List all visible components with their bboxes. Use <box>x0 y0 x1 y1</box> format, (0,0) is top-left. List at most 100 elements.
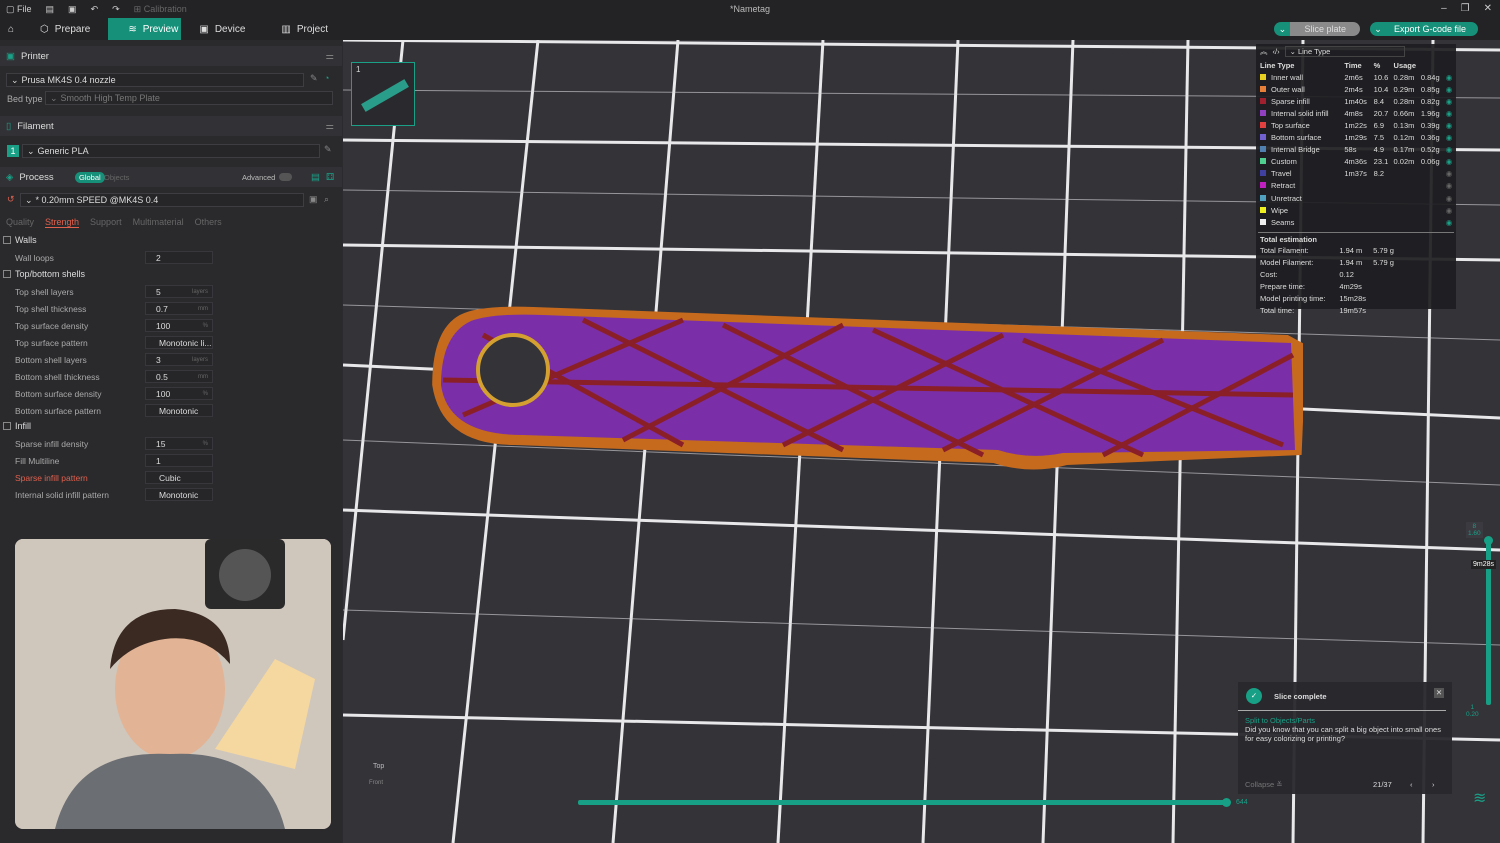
view-type-select[interactable]: ⌄ Line Type <box>1284 46 1405 57</box>
setting-input[interactable]: 5 layers <box>145 285 213 298</box>
settings-sliders-icon[interactable]: ⚌ <box>325 51 334 62</box>
eye-icon[interactable]: ◉ <box>1445 83 1455 95</box>
process-preset-select[interactable]: ⌄ * 0.20mm SPEED @MK4S 0.4 <box>20 193 304 207</box>
undo-icon[interactable]: ↶ <box>91 4 99 15</box>
subtab-support[interactable]: Support <box>90 217 122 228</box>
filament-select[interactable]: ⌄ Generic PLA <box>22 144 320 158</box>
legend-row[interactable]: Custom 4m36s 23.1 0.02m 0.06g ◉ <box>1259 156 1455 168</box>
color-swatch <box>1260 158 1266 165</box>
home-icon[interactable]: ⌂ <box>0 18 22 40</box>
eye-off-icon[interactable]: ◉ <box>1445 180 1455 192</box>
setting-row: Bottom surface density 100% <box>15 385 215 402</box>
global-toggle[interactable]: Global <box>75 171 105 183</box>
subtab-multimaterial[interactable]: Multimaterial <box>133 217 184 228</box>
plate-model-thumb <box>361 79 409 112</box>
setting-input[interactable]: 1 <box>145 454 213 467</box>
color-swatch <box>1260 182 1266 189</box>
eye-icon[interactable]: ◉ <box>1445 216 1455 228</box>
eye-off-icon[interactable]: ◉ <box>1445 204 1455 216</box>
objects-toggle[interactable]: Objects <box>104 173 129 182</box>
view-cube[interactable]: Top Front <box>361 755 401 795</box>
menu-icon[interactable]: ▤ <box>46 4 55 15</box>
close-icon[interactable]: ✕ <box>1484 3 1492 14</box>
toast-link[interactable]: Split to Objects/Parts <box>1238 711 1452 725</box>
legend-row[interactable]: Wipe ◉ <box>1259 204 1455 216</box>
setting-input[interactable]: 0.5 mm <box>145 370 213 383</box>
wifi-icon[interactable]: ◔ <box>324 73 329 83</box>
setting-input[interactable]: 100% <box>145 387 213 400</box>
setting-input[interactable]: 100% <box>145 319 213 332</box>
tab-device[interactable]: ▣ Device <box>181 18 263 40</box>
legend-row[interactable]: Bottom surface 1m29s 7.5 0.12m 0.36g ◉ <box>1259 132 1455 144</box>
eye-off-icon[interactable]: ◉ <box>1445 192 1455 204</box>
legend-row[interactable]: Inner wall 2m6s 10.6 0.28m 0.84g ◉ <box>1259 71 1455 83</box>
setting-input[interactable]: 0.7 mm <box>145 302 213 315</box>
color-swatch <box>1260 146 1266 153</box>
process-subtabs: Quality Strength Support Multimaterial O… <box>6 217 222 228</box>
save-preset-icon[interactable]: ▣ <box>309 194 318 205</box>
legend-row[interactable]: Retract ◉ <box>1259 180 1455 192</box>
setting-select[interactable]: Cubic <box>145 471 213 484</box>
save-icon[interactable]: ▣ <box>68 4 77 15</box>
eye-icon[interactable]: ◉ <box>1445 119 1455 131</box>
subtab-others[interactable]: Others <box>195 217 222 228</box>
compare-icon[interactable]: ▤ <box>311 172 320 183</box>
filament-index[interactable]: 1 <box>7 145 19 157</box>
redo-icon[interactable]: ↷ <box>112 4 120 15</box>
filament-settings-icon[interactable]: ⚌ <box>325 121 334 132</box>
layers-toggle-icon[interactable]: ≋ <box>1473 788 1486 808</box>
eye-icon[interactable]: ◉ <box>1445 107 1455 119</box>
collapse-icon[interactable]: ︽ <box>1260 46 1268 57</box>
legend-row[interactable]: Seams ◉ <box>1259 216 1455 228</box>
code-icon[interactable]: ‹/› <box>1273 47 1280 56</box>
process-settings-icon[interactable]: ⚃ <box>326 172 334 183</box>
setting-input[interactable]: 3 layers <box>145 353 213 366</box>
export-gcode-button[interactable]: ⌄ Export G-code file <box>1369 22 1478 36</box>
subtab-quality[interactable]: Quality <box>6 217 34 228</box>
layer-slider-top-handle[interactable] <box>1484 536 1493 545</box>
setting-select[interactable]: Monotonic <box>145 488 213 501</box>
toast-close-icon[interactable]: ✕ <box>1434 688 1444 698</box>
maximize-icon[interactable]: ❐ <box>1461 3 1470 14</box>
setting-select[interactable]: Monotonic li... <box>145 336 213 349</box>
setting-select[interactable]: Monotonic <box>145 404 213 417</box>
tab-project[interactable]: ▥ Project <box>263 18 346 40</box>
next-tip-icon[interactable]: › <box>1432 780 1435 789</box>
eye-icon[interactable]: ◉ <box>1445 144 1455 156</box>
eye-icon[interactable]: ◉ <box>1445 132 1455 144</box>
legend-row[interactable]: Travel 1m37s 8.2 ◉ <box>1259 168 1455 180</box>
legend-row[interactable]: Outer wall 2m4s 10.4 0.29m 0.85g ◉ <box>1259 83 1455 95</box>
move-slider-handle[interactable] <box>1222 798 1231 807</box>
move-slider[interactable] <box>578 800 1228 805</box>
legend-row[interactable]: Internal solid infill 4m8s 20.7 0.66m 1.96g ◉ <box>1259 107 1455 119</box>
legend-row[interactable]: Sparse infill 1m40s 8.4 0.28m 0.82g ◉ <box>1259 95 1455 107</box>
minimize-icon[interactable]: – <box>1441 3 1447 14</box>
plate-thumbnail[interactable]: 1 <box>351 62 415 126</box>
legend-row[interactable]: Top surface 1m22s 6.9 0.13m 0.39g ◉ <box>1259 119 1455 131</box>
prev-tip-icon[interactable]: ‹ <box>1410 780 1413 789</box>
file-menu[interactable]: ▢ File <box>6 4 32 15</box>
legend-row[interactable]: Internal Bridge 58s 4.9 0.17m 0.52g ◉ <box>1259 144 1455 156</box>
eye-off-icon[interactable]: ◉ <box>1445 168 1455 180</box>
color-swatch <box>1260 134 1266 141</box>
eye-icon[interactable]: ◉ <box>1445 71 1455 83</box>
filament-edit-icon[interactable]: ✎ <box>324 144 332 155</box>
eye-icon[interactable]: ◉ <box>1445 95 1455 107</box>
setting-input[interactable]: 2 <box>145 251 213 264</box>
subtab-strength[interactable]: Strength <box>45 217 80 228</box>
setting-input[interactable]: 15% <box>145 437 213 450</box>
reset-icon[interactable]: ↺ <box>7 194 15 205</box>
search-icon[interactable]: ⌕ <box>324 194 329 205</box>
bed-type-select[interactable]: ⌄ Smooth High Temp Plate <box>45 91 333 105</box>
tab-preview[interactable]: ≋ Preview <box>108 18 182 40</box>
advanced-switch[interactable] <box>279 173 292 181</box>
tab-prepare[interactable]: ⬡ Prepare <box>22 18 108 40</box>
printer-select[interactable]: ⌄ Prusa MK4S 0.4 nozzle <box>6 73 304 87</box>
edit-icon[interactable]: ✎ <box>310 73 318 84</box>
legend-row[interactable]: Unretract ◉ <box>1259 192 1455 204</box>
eye-icon[interactable]: ◉ <box>1445 156 1455 168</box>
collapse-button[interactable]: Collapse ≚ <box>1245 780 1283 789</box>
calibration-menu[interactable]: ⊞ Calibration <box>134 4 187 15</box>
color-swatch <box>1260 170 1266 177</box>
slice-plate-button[interactable]: ⌄ Slice plate <box>1274 22 1360 36</box>
